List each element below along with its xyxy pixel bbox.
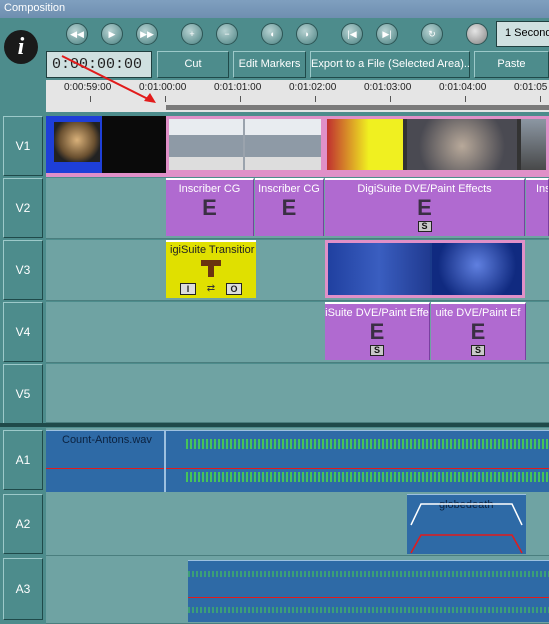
volume-envelope[interactable] xyxy=(407,495,526,554)
video-clip[interactable] xyxy=(324,116,549,173)
video-clip[interactable] xyxy=(325,240,525,298)
effect-clip-label: Inscriber CG xyxy=(178,183,241,195)
audio-waveform xyxy=(186,472,549,482)
clip-thumbnail xyxy=(328,243,430,295)
effect-clip[interactable]: Inscriber CG E xyxy=(255,178,324,236)
video-clip[interactable] xyxy=(166,116,324,173)
track-lane-v5[interactable] xyxy=(46,364,549,423)
effect-clip-label: Inscriber CG xyxy=(258,183,320,195)
track-label-v4[interactable]: V4 xyxy=(3,302,43,362)
audio-clip[interactable]: Count-Antons.wav xyxy=(46,430,549,492)
effect-clip[interactable]: Inscriber CG E xyxy=(166,178,254,236)
effect-clip[interactable]: DigiSuite DVE/Paint Effects E S xyxy=(325,178,525,236)
transition-icon xyxy=(208,260,214,277)
clip-boundary xyxy=(164,431,166,492)
effect-clip[interactable]: iSuite DVE/Paint Effe E S xyxy=(325,302,430,360)
effect-icon: E xyxy=(470,319,486,344)
effect-icon: E xyxy=(417,195,432,220)
transition-clip[interactable]: igiSuite Transitior I ⇄ O xyxy=(166,240,256,298)
effect-clip[interactable]: Ins xyxy=(526,178,549,236)
settings-badge[interactable]: S xyxy=(417,221,432,232)
volume-envelope[interactable] xyxy=(46,468,549,469)
track-group-divider xyxy=(0,423,549,427)
effect-clip-label: uite DVE/Paint Ef xyxy=(435,307,521,319)
effect-clip[interactable]: uite DVE/Paint Ef E S xyxy=(431,302,526,360)
clip-thumbnail xyxy=(245,119,321,170)
effect-icon: E xyxy=(369,319,385,344)
video-clip[interactable] xyxy=(46,116,166,173)
effect-icon: E xyxy=(202,195,217,220)
effect-clip-label: DigiSuite DVE/Paint Effects xyxy=(357,183,492,195)
track-label-a1[interactable]: A1 xyxy=(3,430,43,490)
effect-clip-label: iSuite DVE/Paint Effe xyxy=(325,307,429,319)
clip-thumbnail xyxy=(54,122,100,162)
clip-thumbnail xyxy=(169,119,243,170)
transition-clip-label: igiSuite Transitior xyxy=(170,244,255,256)
transition-out-button[interactable]: O xyxy=(226,283,242,295)
clip-thumbnail xyxy=(327,119,403,170)
audio-waveform xyxy=(188,607,549,613)
clip-trim-bar xyxy=(46,173,549,177)
effect-clip-label: Ins xyxy=(536,183,548,195)
effect-icon: E xyxy=(281,195,297,220)
audio-clip[interactable] xyxy=(188,560,549,622)
clip-thumbnail xyxy=(407,119,517,170)
track-label-v2[interactable]: V2 xyxy=(3,178,43,238)
audio-waveform xyxy=(188,571,549,577)
track-label-v5[interactable]: V5 xyxy=(3,364,43,424)
settings-badge[interactable]: S xyxy=(370,345,384,356)
audio-waveform xyxy=(186,439,549,449)
swap-icon[interactable]: ⇄ xyxy=(202,284,220,294)
clip-thumbnail xyxy=(432,243,522,295)
audio-clip[interactable]: globedeath xyxy=(407,494,526,554)
track-label-a2[interactable]: A2 xyxy=(3,494,43,554)
track-label-v3[interactable]: V3 xyxy=(3,240,43,300)
transition-in-button[interactable]: I xyxy=(180,283,196,295)
track-label-a3[interactable]: A3 xyxy=(3,558,43,620)
track-label-v1[interactable]: V1 xyxy=(3,116,43,176)
audio-clip-label: Count-Antons.wav xyxy=(62,434,152,446)
clip-thumbnail xyxy=(521,119,546,170)
volume-envelope[interactable] xyxy=(188,597,549,598)
settings-badge[interactable]: S xyxy=(471,345,485,356)
